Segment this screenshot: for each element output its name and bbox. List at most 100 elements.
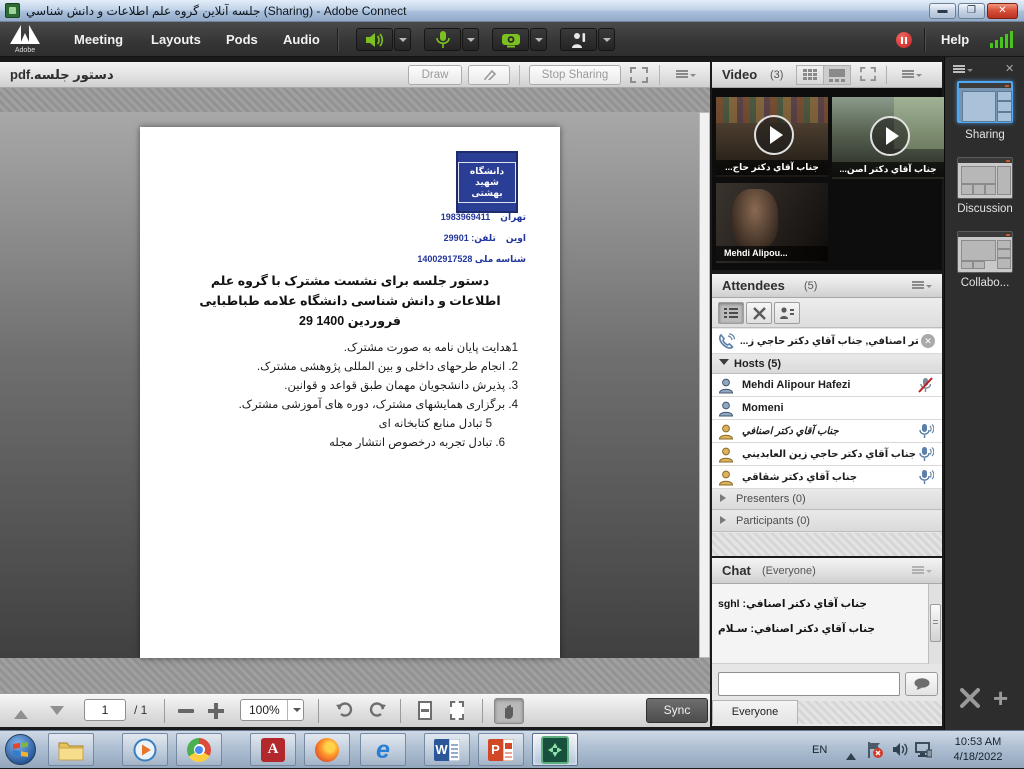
- menu-layouts[interactable]: Layouts: [151, 22, 201, 57]
- zoom-in-icon[interactable]: [208, 703, 224, 719]
- webcam-dropdown[interactable]: [530, 28, 547, 51]
- tray-clock[interactable]: 10:53 AM 4/18/2022: [938, 735, 1018, 765]
- taskbar-media-player-icon[interactable]: [122, 733, 168, 766]
- rotate-left-icon[interactable]: [334, 700, 354, 725]
- taskbar-ie-icon[interactable]: e: [360, 733, 406, 766]
- attendee-name: جناب آقاي دكتر شقاقي: [742, 466, 857, 489]
- sync-button[interactable]: Sync: [646, 698, 708, 723]
- menu-audio[interactable]: Audio: [283, 22, 320, 57]
- page-number-input[interactable]: 1: [84, 699, 126, 721]
- menu-meeting[interactable]: Meeting: [74, 22, 123, 57]
- hosts-group-header[interactable]: Hosts (5): [712, 355, 942, 374]
- breakout-view-icon[interactable]: [746, 302, 772, 324]
- pointer-tool-button[interactable]: [468, 65, 510, 85]
- previous-page-icon[interactable]: [14, 703, 28, 719]
- tray-action-center-icon[interactable]: [866, 741, 884, 764]
- layout-sharing-thumbnail[interactable]: [957, 81, 1013, 123]
- layout-bar-close-icon[interactable]: ✕: [1005, 62, 1014, 75]
- minimize-button[interactable]: ▬: [929, 3, 956, 19]
- taskbar-chrome-icon[interactable]: [176, 733, 222, 766]
- chat-pod-menu-icon[interactable]: [912, 565, 932, 579]
- chat-scrollbar[interactable]: [928, 584, 942, 664]
- filmstrip-view-icon[interactable]: [823, 65, 851, 85]
- pods-tools-icon[interactable]: [959, 687, 981, 714]
- taskbar-word-icon[interactable]: W: [424, 733, 470, 766]
- grid-view-icon[interactable]: [796, 65, 824, 85]
- recording-indicator-icon[interactable]: [896, 32, 912, 48]
- video-thumbnail[interactable]: ...جناب آقاي دكتر حاج: [716, 97, 828, 177]
- layout-discussion-thumbnail[interactable]: [957, 157, 1013, 199]
- attendee-row[interactable]: جناب آقاي دكتر شقاقي: [712, 466, 942, 489]
- speaker-dropdown[interactable]: [394, 28, 411, 51]
- agenda-item: 5 تبادل منابع کتابخانه ای: [379, 415, 492, 435]
- microphone-active-icon: [918, 423, 934, 440]
- zoom-out-icon[interactable]: [178, 709, 194, 713]
- send-message-button[interactable]: [905, 672, 938, 696]
- fit-page-icon[interactable]: [450, 701, 464, 720]
- attendee-list-view-icon[interactable]: [718, 302, 744, 324]
- letterhead-line: اوین تلفن: 29901: [444, 228, 526, 249]
- close-button[interactable]: ✕: [987, 3, 1018, 19]
- video-thumbnail[interactable]: ...جناب آقاي دكتر اصن: [832, 97, 944, 179]
- speech-bubble-icon: [914, 678, 930, 690]
- video-thumbnail[interactable]: Mehdi Alipou...: [716, 183, 828, 263]
- taskbar-powerpoint-icon[interactable]: P: [478, 733, 524, 766]
- connection-strength-icon[interactable]: [990, 31, 1013, 48]
- taskbar-acrobat-icon[interactable]: A: [250, 733, 296, 766]
- play-overlay-icon[interactable]: [754, 115, 794, 155]
- fullscreen-icon[interactable]: [630, 67, 648, 88]
- microphone-button[interactable]: [424, 28, 461, 51]
- speaker-button[interactable]: [356, 28, 393, 51]
- draw-button[interactable]: Draw: [408, 65, 462, 85]
- next-page-icon[interactable]: [50, 706, 64, 722]
- share-pod-menu-icon[interactable]: [676, 69, 696, 83]
- video-count: (3): [770, 62, 783, 88]
- tray-show-hidden-icons[interactable]: [846, 748, 856, 760]
- restore-button[interactable]: ❐: [958, 3, 985, 19]
- webcam-button[interactable]: [492, 28, 529, 51]
- attendee-row[interactable]: Momeni: [712, 397, 942, 420]
- taskbar-adobe-connect-icon[interactable]: [532, 733, 578, 766]
- chat-input[interactable]: [718, 672, 900, 696]
- attendees-pod-menu-icon[interactable]: [912, 280, 932, 294]
- chat-tab-everyone[interactable]: Everyone: [712, 700, 798, 724]
- hand-tool-button[interactable]: [494, 698, 524, 724]
- tray-network-icon[interactable]: [914, 742, 932, 763]
- start-button[interactable]: [5, 734, 36, 765]
- layout-collaboration-thumbnail[interactable]: [957, 231, 1013, 273]
- video-pod-menu-icon[interactable]: [902, 69, 922, 83]
- raise-hand-button[interactable]: [560, 28, 597, 51]
- pdf-scrollbar[interactable]: [699, 112, 710, 658]
- tray-language-indicator[interactable]: EN: [812, 731, 827, 769]
- expand-arrow-icon: [720, 494, 730, 502]
- video-fullscreen-icon[interactable]: [860, 67, 876, 86]
- attendee-row[interactable]: جناب آقاي دكتر حاجي زين العابديني: [712, 443, 942, 466]
- attendee-row[interactable]: جناب آقاي دكتر اصنافي: [712, 420, 942, 443]
- university-logo-text: دانشگاه شهید بهشتی: [462, 166, 512, 199]
- taskbar-explorer-icon[interactable]: [48, 733, 94, 766]
- presenters-group-header[interactable]: Presenters (0): [712, 489, 942, 510]
- layout-bar: ✕ Sharing Discussion Collabo... +: [944, 57, 1024, 730]
- zoom-dropdown-arrow-icon: [293, 708, 301, 716]
- rotate-right-icon[interactable]: [368, 700, 388, 725]
- zoom-level-select[interactable]: 100%: [240, 699, 304, 721]
- phone-conference-row[interactable]: ...جناب آقاي دكتر اصنافي, جناب آقاي دكتر…: [712, 329, 942, 354]
- close-phone-row-icon[interactable]: ✕: [921, 334, 935, 348]
- adobe-logo-text: Adobe: [10, 47, 40, 54]
- stop-sharing-button[interactable]: Stop Sharing: [529, 65, 621, 85]
- microphone-muted-icon: [918, 377, 934, 394]
- menu-help[interactable]: Help: [941, 22, 969, 57]
- attendee-status-view-icon[interactable]: [774, 302, 800, 324]
- taskbar-firefox-icon[interactable]: [304, 733, 350, 766]
- attendee-row[interactable]: Mehdi Alipour Hafezi: [712, 374, 942, 397]
- add-pod-icon[interactable]: +: [993, 685, 1008, 711]
- chat-scrollbar-thumb[interactable]: [930, 604, 941, 642]
- microphone-dropdown[interactable]: [462, 28, 479, 51]
- play-overlay-icon[interactable]: [870, 116, 910, 156]
- layout-bar-menu-icon[interactable]: [953, 64, 973, 78]
- raise-hand-dropdown[interactable]: [598, 28, 615, 51]
- participants-group-header[interactable]: Participants (0): [712, 511, 942, 532]
- tray-volume-icon[interactable]: [892, 742, 909, 762]
- menu-pods[interactable]: Pods: [226, 22, 258, 57]
- fit-width-icon[interactable]: [418, 701, 432, 720]
